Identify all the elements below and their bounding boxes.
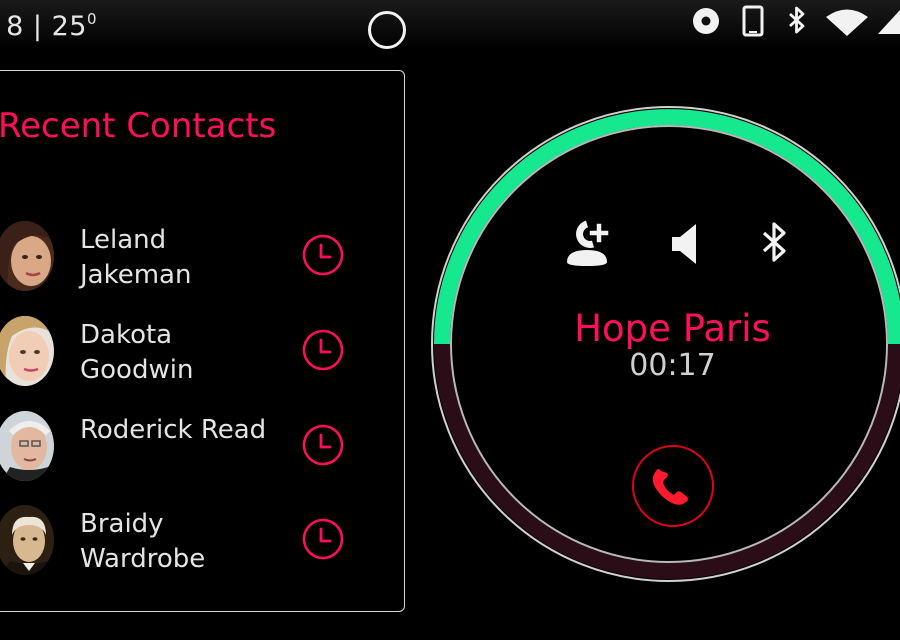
contact-name: Leland Jakeman — [80, 225, 192, 290]
caller-name: Hope Paris — [574, 307, 771, 350]
clock-icon[interactable] — [302, 329, 344, 371]
call-duration: 00:17 — [629, 348, 716, 383]
home-button[interactable] — [368, 11, 406, 49]
clock-icon[interactable] — [302, 424, 344, 466]
avatar — [0, 316, 54, 386]
avatar — [0, 221, 54, 291]
speaker-icon[interactable] — [670, 222, 700, 266]
end-call-button[interactable] — [632, 445, 714, 527]
date-temperature-text: t 8 | 25 — [0, 11, 87, 42]
wifi-icon — [826, 9, 868, 36]
date-temperature: t 8 | 250 — [0, 10, 97, 42]
avatar — [0, 505, 54, 575]
record-icon — [693, 8, 719, 34]
phone-device-icon — [742, 5, 764, 37]
contact-row-leland-jakeman[interactable]: Leland Jakeman — [0, 221, 406, 303]
call-screen: t 8 | 250 Recent Contacts — [0, 0, 900, 640]
contact-row-roderick-read[interactable]: Roderick Read — [0, 411, 406, 493]
degree-mark: 0 — [86, 10, 98, 28]
phone-hangup-icon — [652, 469, 688, 505]
contact-row-braidy-wardrobe[interactable]: Braidy Wardrobe — [0, 505, 406, 587]
signal-icon — [878, 10, 900, 34]
bluetooth-icon[interactable] — [758, 220, 792, 266]
recent-contacts-panel: Recent Contacts Leland Jakeman Dakota Go… — [0, 70, 405, 612]
add-contact-icon[interactable] — [563, 220, 611, 266]
clock-icon[interactable] — [302, 518, 344, 560]
clock-icon[interactable] — [302, 234, 344, 276]
status-bar: t 8 | 250 — [0, 0, 900, 50]
bluetooth-icon — [789, 6, 805, 34]
avatar — [0, 411, 54, 481]
panel-title: Recent Contacts — [0, 106, 277, 146]
contact-name: Dakota Goodwin — [80, 320, 194, 385]
contact-name: Braidy Wardrobe — [80, 509, 206, 574]
contact-name: Roderick Read — [80, 415, 267, 445]
contact-row-dakota-goodwin[interactable]: Dakota Goodwin — [0, 316, 406, 398]
